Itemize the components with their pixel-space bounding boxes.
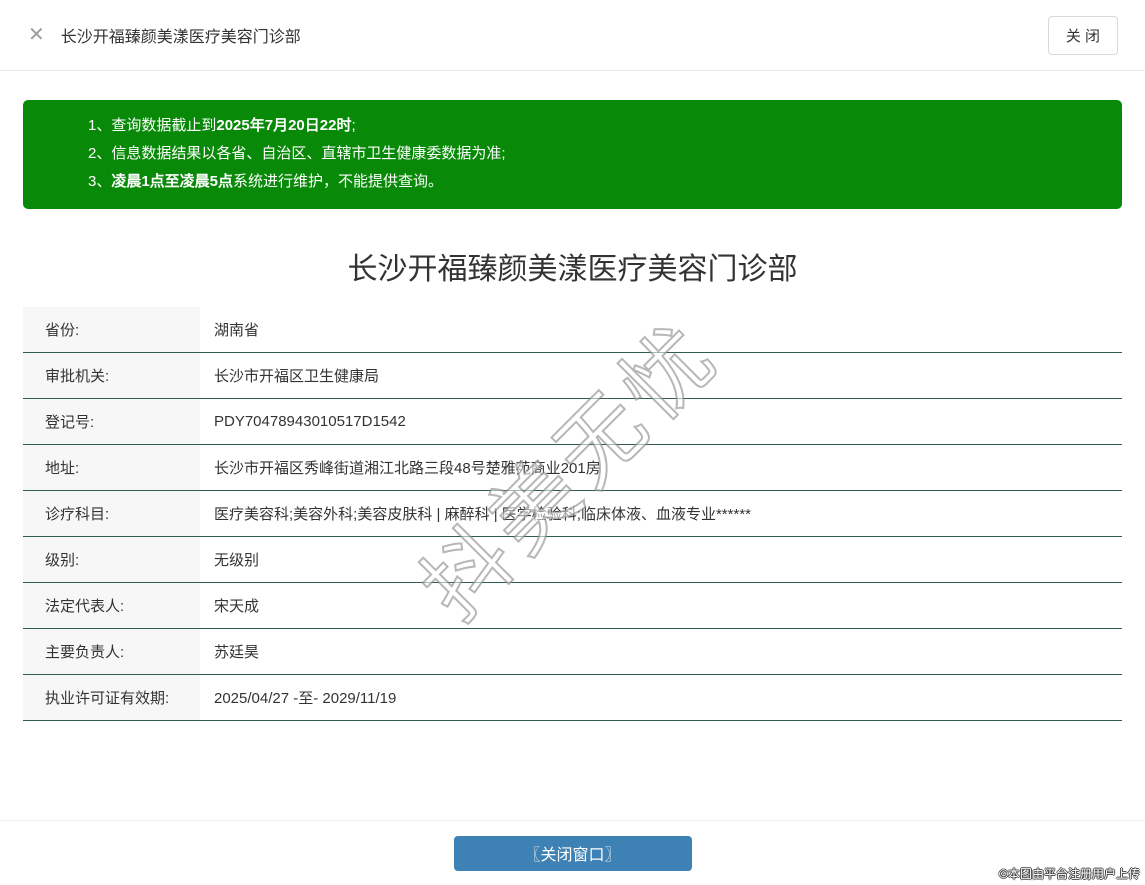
notice-line-3-post: 系统进行维护，不能提供查询。 [233, 173, 443, 190]
table-row-treatment-subjects: 诊疗科目: 医疗美容科;美容外科;美容皮肤科 | 麻醉科 | 医学检验科;临床体… [23, 491, 1122, 537]
image-attribution: ©本图由平台注册用户上传 [999, 865, 1140, 882]
header-close-button[interactable]: 关 闭 [1048, 16, 1118, 55]
notice-line-1-pre: 查询数据截止到 [111, 117, 216, 134]
table-row-level: 级别: 无级别 [23, 537, 1122, 583]
row-value: 苏廷昊 [200, 629, 1122, 674]
notice-line-2: 2、信息数据结果以各省、自治区、直辖市卫生健康委数据为准; [88, 140, 1102, 168]
notice-line-1-num: 1、 [88, 117, 111, 134]
info-table: 省份: 湖南省 审批机关: 长沙市开福区卫生健康局 登记号: PDY704789… [23, 307, 1122, 721]
notice-line-2-pre: 信息数据结果以各省、自治区、直辖市卫生健康委数据为准; [111, 145, 505, 162]
notice-box: 1、查询数据截止到2025年7月20日22时; 2、信息数据结果以各省、自治区、… [23, 100, 1122, 209]
notice-line-1-post: ; [351, 117, 355, 134]
content-area: 1、查询数据截止到2025年7月20日22时; 2、信息数据结果以各省、自治区、… [0, 100, 1145, 721]
notice-line-1: 1、查询数据截止到2025年7月20日22时; [88, 112, 1102, 140]
row-value: 宋天成 [200, 583, 1122, 628]
row-label: 执业许可证有效期: [23, 675, 200, 720]
page-title: 长沙开福臻颜美漾医疗美容门诊部 [23, 244, 1122, 288]
notice-line-1-bold: 2025年7月20日22时 [216, 117, 351, 134]
notice-line-2-num: 2、 [88, 145, 111, 162]
modal-header: ✕ 长沙开福臻颜美漾医疗美容门诊部 关 闭 [0, 0, 1145, 71]
row-label: 登记号: [23, 399, 200, 444]
row-label: 地址: [23, 445, 200, 490]
table-row-main-person-in-charge: 主要负责人: 苏廷昊 [23, 629, 1122, 675]
table-row-approval-authority: 审批机关: 长沙市开福区卫生健康局 [23, 353, 1122, 399]
row-value: 长沙市开福区卫生健康局 [200, 353, 1122, 398]
row-value: PDY70478943010517D1542 [200, 399, 1122, 444]
notice-line-3: 3、凌晨1点至凌晨5点系统进行维护，不能提供查询。 [88, 168, 1102, 196]
row-label: 诊疗科目: [23, 491, 200, 536]
row-value: 湖南省 [200, 307, 1122, 352]
notice-line-3-bold: 凌晨1点至凌晨5点 [111, 173, 233, 190]
table-row-legal-representative: 法定代表人: 宋天成 [23, 583, 1122, 629]
table-row-license-validity: 执业许可证有效期: 2025/04/27 -至- 2029/11/19 [23, 675, 1122, 721]
notice-line-3-num: 3、 [88, 173, 111, 190]
row-label: 主要负责人: [23, 629, 200, 674]
close-window-button[interactable]: 〖关闭窗口〗 [454, 836, 692, 871]
table-row-province: 省份: 湖南省 [23, 307, 1122, 353]
header-title: 长沙开福臻颜美漾医疗美容门诊部 [61, 23, 301, 47]
modal-footer: 〖关闭窗口〗 [0, 820, 1145, 885]
row-label: 法定代表人: [23, 583, 200, 628]
table-row-registration-number: 登记号: PDY70478943010517D1542 [23, 399, 1122, 445]
row-value: 医疗美容科;美容外科;美容皮肤科 | 麻醉科 | 医学检验科;临床体液、血液专业… [200, 491, 1122, 536]
row-value: 无级别 [200, 537, 1122, 582]
row-label: 审批机关: [23, 353, 200, 398]
row-label: 省份: [23, 307, 200, 352]
row-value: 长沙市开福区秀峰街道湘江北路三段48号楚雅苑商业201房 [200, 445, 1122, 490]
table-row-address: 地址: 长沙市开福区秀峰街道湘江北路三段48号楚雅苑商业201房 [23, 445, 1122, 491]
close-x-icon[interactable]: ✕ [28, 25, 45, 45]
row-label: 级别: [23, 537, 200, 582]
row-value: 2025/04/27 -至- 2029/11/19 [200, 675, 1122, 720]
